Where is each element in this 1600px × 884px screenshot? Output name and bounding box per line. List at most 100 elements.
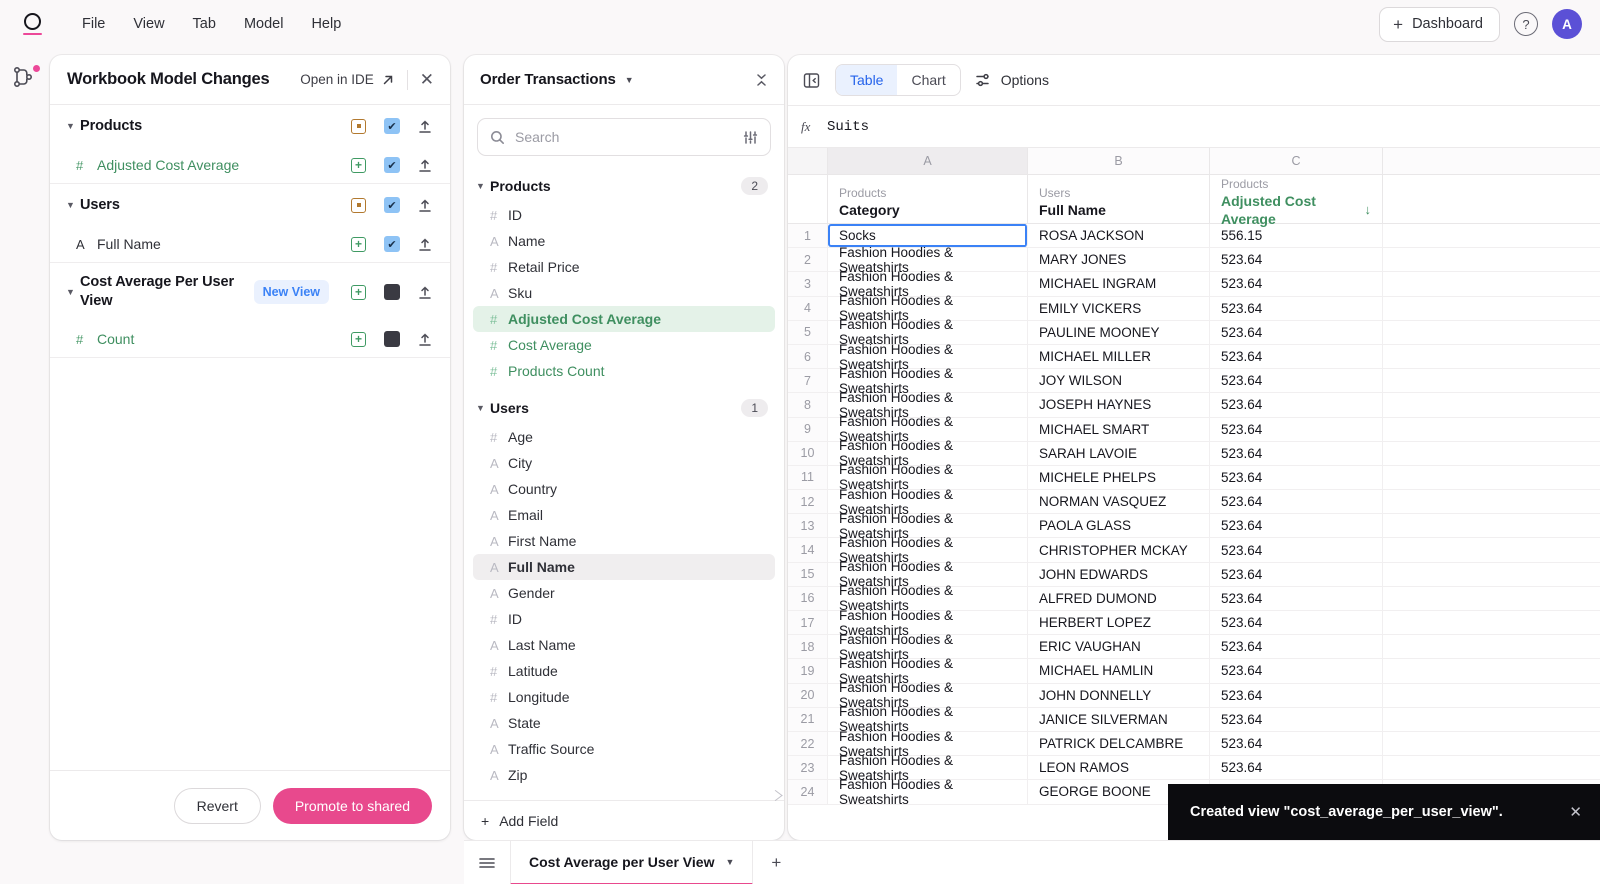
column-header-full-name[interactable]: Users Full Name: [1028, 175, 1210, 223]
row-number[interactable]: 5: [788, 320, 828, 344]
cell-full-name[interactable]: NORMAN VASQUEZ: [1028, 490, 1210, 514]
cell-full-name[interactable]: MARY JONES: [1028, 248, 1210, 272]
cell-empty[interactable]: [1383, 345, 1600, 368]
cell-empty[interactable]: [1383, 587, 1600, 610]
modified-indicator-icon[interactable]: [351, 118, 366, 134]
cell-full-name[interactable]: ALFRED DUMOND: [1028, 586, 1210, 610]
cell-category[interactable]: Fashion Hoodies & Sweatshirts: [828, 245, 1028, 275]
cell-category[interactable]: Fashion Hoodies & Sweatshirts: [828, 487, 1028, 517]
row-number[interactable]: 10: [788, 441, 828, 465]
cell-adjusted-cost-average[interactable]: 523.64: [1210, 393, 1383, 417]
include-checkbox[interactable]: ✔: [384, 236, 400, 252]
cell-adjusted-cost-average[interactable]: 523.64: [1210, 248, 1383, 272]
cell-full-name[interactable]: SARAH LAVOIE: [1028, 441, 1210, 465]
cell-full-name[interactable]: LEON RAMOS: [1028, 756, 1210, 780]
field-item-first-name[interactable]: A First Name: [473, 528, 775, 554]
change-field-row[interactable]: A Full Name + ✔: [50, 226, 450, 262]
field-item-cost-average[interactable]: # Cost Average: [473, 332, 775, 358]
cell-full-name[interactable]: PAULINE MOONEY: [1028, 320, 1210, 344]
cell-empty[interactable]: [1383, 756, 1600, 779]
close-icon[interactable]: ✕: [420, 71, 434, 88]
column-header-category[interactable]: Products Category: [828, 175, 1028, 223]
cell-adjusted-cost-average[interactable]: 523.64: [1210, 344, 1383, 369]
add-field-button[interactable]: + Add Field: [464, 790, 784, 840]
cell-category[interactable]: Fashion Hoodies & Sweatshirts: [828, 632, 1028, 662]
menu-model[interactable]: Model: [232, 10, 296, 38]
cell-empty[interactable]: [1383, 490, 1600, 513]
revert-button[interactable]: Revert: [173, 787, 261, 824]
cell-adjusted-cost-average[interactable]: 523.64: [1210, 272, 1383, 296]
cell-empty[interactable]: [1383, 248, 1600, 271]
cell-adjusted-cost-average[interactable]: 523.64: [1210, 296, 1383, 320]
cell-category[interactable]: Fashion Hoodies & Sweatshirts: [828, 704, 1028, 734]
cell-empty[interactable]: [1383, 659, 1600, 682]
cell-category[interactable]: Fashion Hoodies & Sweatshirts: [828, 390, 1028, 420]
push-icon[interactable]: [418, 198, 432, 213]
menu-help[interactable]: Help: [299, 10, 353, 38]
row-number[interactable]: 18: [788, 635, 828, 659]
cell-full-name[interactable]: JOY WILSON: [1028, 369, 1210, 393]
cell-empty[interactable]: [1383, 635, 1600, 658]
cell-empty[interactable]: [1383, 538, 1600, 561]
cell-empty[interactable]: [1383, 297, 1600, 320]
cell-adjusted-cost-average[interactable]: 523.64: [1210, 635, 1383, 659]
field-item-age[interactable]: # Age: [473, 424, 775, 450]
field-item-last-name[interactable]: A Last Name: [473, 632, 775, 658]
push-icon[interactable]: [418, 237, 432, 252]
chevron-down-icon[interactable]: ▼: [625, 75, 634, 85]
collapse-sidebar-icon[interactable]: [802, 71, 821, 90]
cell-empty[interactable]: [1383, 563, 1600, 586]
cell-adjusted-cost-average[interactable]: 523.64: [1210, 611, 1383, 635]
field-item-city[interactable]: A City: [473, 450, 775, 476]
cell-empty[interactable]: [1383, 393, 1600, 416]
cell-full-name[interactable]: CHRISTOPHER MCKAY: [1028, 538, 1210, 562]
cell-adjusted-cost-average[interactable]: 556.15: [1210, 224, 1383, 248]
options-button[interactable]: Options: [975, 72, 1049, 88]
field-item-adjusted-cost-average[interactable]: # Adjusted Cost Average: [473, 306, 775, 332]
cell-category[interactable]: Fashion Hoodies & Sweatshirts: [828, 680, 1028, 710]
cell-category[interactable]: Fashion Hoodies & Sweatshirts: [828, 462, 1028, 492]
cell-full-name[interactable]: HERBERT LOPEZ: [1028, 611, 1210, 635]
cell-adjusted-cost-average[interactable]: 523.64: [1210, 369, 1383, 393]
cell-empty[interactable]: [1383, 224, 1600, 247]
cell-full-name[interactable]: MICHAEL SMART: [1028, 417, 1210, 441]
cell-full-name[interactable]: MICHAEL HAMLIN: [1028, 659, 1210, 683]
cell-empty[interactable]: [1383, 732, 1600, 755]
app-logo[interactable]: [14, 12, 50, 36]
cell-adjusted-cost-average[interactable]: 523.64: [1210, 659, 1383, 683]
include-checkbox[interactable]: [384, 284, 400, 300]
cell-adjusted-cost-average[interactable]: 523.64: [1210, 756, 1383, 780]
tab-table[interactable]: Table: [836, 65, 898, 95]
row-number[interactable]: 2: [788, 248, 828, 272]
chevron-down-icon[interactable]: ▼: [476, 403, 490, 413]
modified-indicator-icon[interactable]: [351, 197, 366, 213]
row-number[interactable]: 4: [788, 296, 828, 320]
cell-adjusted-cost-average[interactable]: 523.64: [1210, 562, 1383, 586]
push-icon[interactable]: [418, 285, 432, 300]
close-icon[interactable]: ✕: [1569, 803, 1582, 821]
field-item-full-name[interactable]: A Full Name: [473, 554, 775, 580]
chevron-down-icon[interactable]: ▼: [66, 287, 80, 297]
tab-cost-average-per-user-view[interactable]: Cost Average per User View ▼: [510, 840, 754, 884]
cell-full-name[interactable]: ERIC VAUGHAN: [1028, 635, 1210, 659]
field-item-latitude[interactable]: # Latitude: [473, 658, 775, 684]
cell-adjusted-cost-average[interactable]: 523.64: [1210, 490, 1383, 514]
cell-full-name[interactable]: ROSA JACKSON: [1028, 224, 1210, 248]
cell-full-name[interactable]: MICHELE PHELPS: [1028, 465, 1210, 490]
cell-category[interactable]: Fashion Hoodies & Sweatshirts: [828, 293, 1028, 323]
change-field-row[interactable]: # Adjusted Cost Average + ✔: [50, 147, 450, 183]
row-number[interactable]: 15: [788, 562, 828, 586]
cell-full-name[interactable]: MICHAEL MILLER: [1028, 344, 1210, 369]
cell-empty[interactable]: [1383, 684, 1600, 707]
push-icon[interactable]: [418, 119, 432, 134]
row-number[interactable]: 3: [788, 272, 828, 296]
row-number[interactable]: 23: [788, 756, 828, 780]
promote-to-shared-button[interactable]: Promote to shared: [272, 787, 432, 824]
chevron-down-icon[interactable]: ▼: [725, 857, 734, 867]
cell-category[interactable]: Fashion Hoodies & Sweatshirts: [828, 269, 1028, 299]
row-number[interactable]: 19: [788, 659, 828, 683]
include-checkbox[interactable]: [384, 331, 400, 347]
cell-empty[interactable]: [1383, 272, 1600, 295]
cell-category[interactable]: Fashion Hoodies & Sweatshirts: [828, 511, 1028, 541]
change-field-row[interactable]: # Count +: [50, 321, 450, 357]
